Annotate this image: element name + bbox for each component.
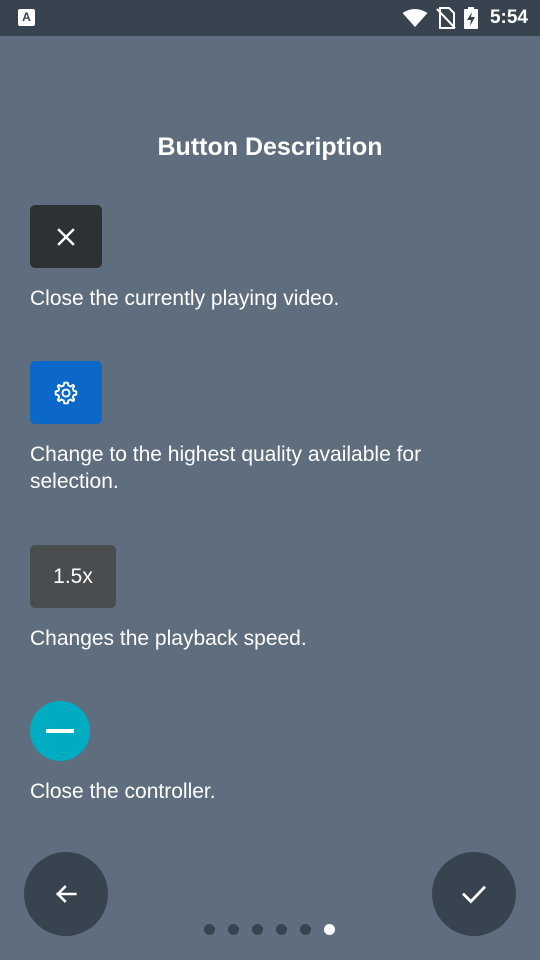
close-controller-sample-button bbox=[30, 701, 90, 761]
page-dot[interactable] bbox=[252, 924, 263, 935]
quality-description: Change to the highest quality available … bbox=[30, 443, 422, 493]
minus-icon bbox=[46, 729, 74, 733]
clock: 5:54 bbox=[489, 7, 528, 28]
battery-charging-icon bbox=[463, 7, 478, 29]
arrow-left-icon bbox=[56, 885, 77, 903]
page-dot[interactable] bbox=[204, 924, 215, 935]
playback-speed-sample-button: 1.5x bbox=[30, 545, 116, 608]
back-button[interactable] bbox=[24, 852, 108, 936]
close-video-sample-button bbox=[30, 205, 102, 268]
status-icons: 5:54 bbox=[402, 0, 528, 36]
gear-icon bbox=[54, 381, 78, 404]
page-dot[interactable] bbox=[276, 924, 287, 935]
close-video-description: Close the currently playing video. bbox=[30, 287, 340, 310]
playback-speed-description: Changes the playback speed. bbox=[30, 627, 307, 650]
close-icon bbox=[57, 227, 75, 246]
checkmark-icon bbox=[462, 885, 486, 904]
no-sim-icon bbox=[436, 7, 456, 29]
wifi-icon bbox=[402, 9, 428, 27]
page-indicator bbox=[204, 924, 348, 936]
status-bar: A 5:54 bbox=[0, 0, 540, 36]
quality-sample-button bbox=[30, 361, 102, 424]
page-dot-active[interactable] bbox=[324, 924, 335, 935]
done-button[interactable] bbox=[432, 852, 516, 936]
close-controller-description: Close the controller. bbox=[30, 780, 216, 803]
page-title: Button Description bbox=[157, 133, 383, 161]
app-notification-icon: A bbox=[18, 9, 35, 26]
page-dot[interactable] bbox=[228, 924, 239, 935]
page-dot[interactable] bbox=[300, 924, 311, 935]
